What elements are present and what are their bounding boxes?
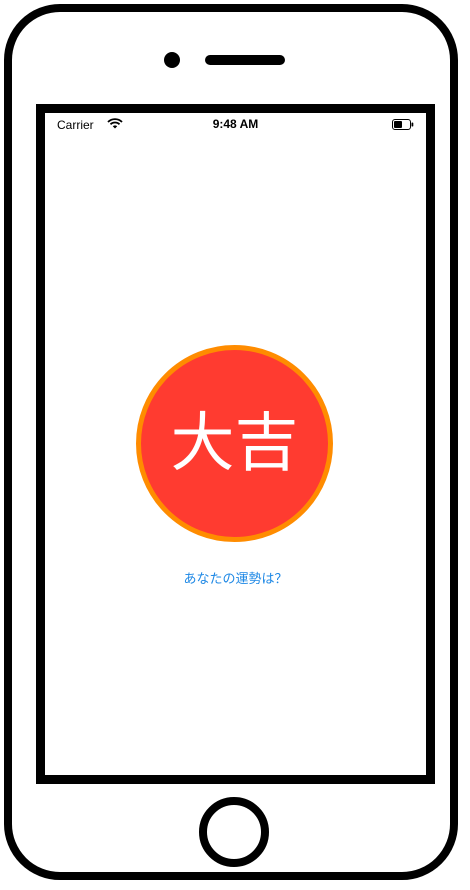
fortune-result-text: 大吉 <box>170 406 299 481</box>
front-camera-icon <box>164 52 180 68</box>
speaker-icon <box>205 55 285 65</box>
battery-icon <box>392 119 414 133</box>
status-bar: Carrier 9:48 AM <box>45 113 426 135</box>
fortune-prompt-button[interactable]: あなたの運勢は？ <box>45 568 426 587</box>
status-time: 9:48 AM <box>212 117 259 131</box>
fortune-result-button[interactable]: 大吉 <box>136 345 333 542</box>
app-screen: Carrier 9:48 AM 大吉 あなたの運勢は？ <box>36 104 435 784</box>
home-button[interactable] <box>199 797 269 867</box>
